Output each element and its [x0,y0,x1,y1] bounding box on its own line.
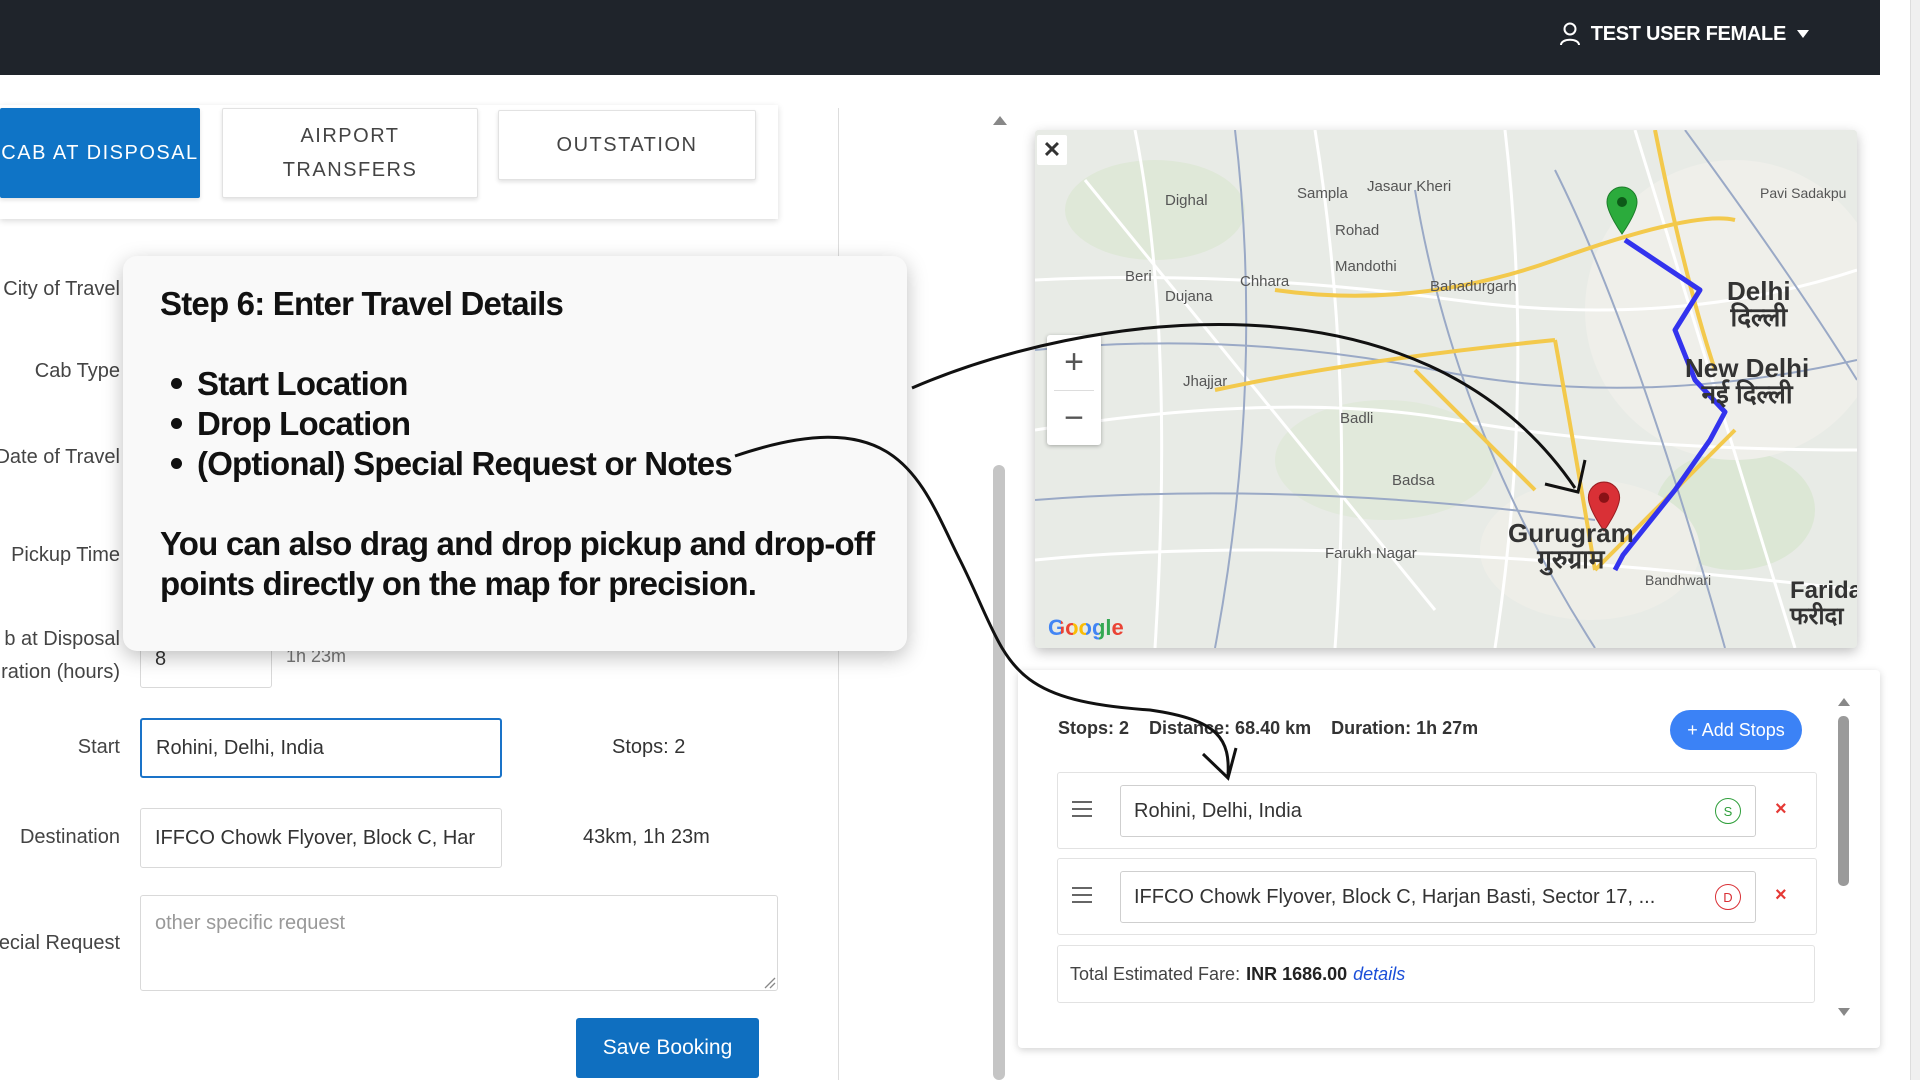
cab-type-label: Cab Type [34,360,120,382]
user-menu[interactable]: TEST USER FEMALE [1559,22,1810,46]
start-label: Start [77,736,120,758]
stops-panel-scrollbar[interactable] [1838,716,1849,886]
callout-body: You can also drag and drop pickup and dr… [160,525,875,602]
add-stops-button[interactable]: + Add Stops [1670,710,1802,750]
zoom-in-button[interactable]: + [1047,335,1101,390]
fare-details-link[interactable]: details [1353,964,1405,985]
tab-airport-transfers[interactable]: AIRPORT TRANSFERS [222,108,478,198]
map-label-new-delhi: New Delhi नई दिल्ली [1685,353,1810,409]
distance-summary: Distance: 68.40 km [1149,718,1312,738]
start-marker-icon[interactable] [1605,185,1639,235]
stops-count: Stops: 2 [612,736,686,758]
top-navigation-bar: TEST USER FEMALE [0,0,1880,75]
map-label-chhara: Chhara [1240,273,1290,290]
special-request-label: ecial Request [0,932,120,954]
map-label-mandothi: Mandothi [1335,258,1397,275]
tab-outstation[interactable]: OUTSTATION [498,110,756,180]
map-label-jhajjar: Jhajjar [1183,373,1228,390]
remove-stop-destination-button[interactable]: × [1775,884,1787,907]
stops-scroll-down-icon[interactable] [1838,1008,1850,1016]
date-label: Date of Travel [0,446,120,468]
callout-bullet: Drop Location [170,405,411,443]
google-attribution: Google [1048,615,1124,640]
special-request-textarea[interactable]: other specific request [140,895,778,991]
stops-summary: Stops: 2 [1058,718,1130,738]
close-icon: ✕ [1042,137,1062,162]
caret-down-icon [1797,30,1809,38]
route-map[interactable]: Delhi दिल्ली New Delhi नई दिल्ली Gurugram ग… [1035,130,1857,648]
map-label-pavi-sadakpur: Pavi Sadakpu [1760,185,1847,201]
city-label: City of Travel [3,278,120,300]
destination-badge-icon[interactable]: D [1715,884,1741,910]
left-panel-scrollbar[interactable] [993,465,1005,1080]
user-icon [1559,22,1580,46]
map-label-badsa: Badsa [1392,472,1435,489]
callout-bullet: Start Location [171,365,408,403]
stop-input-destination[interactable]: IFFCO Chowk Flyover, Block C, Harjan Bas… [1120,871,1756,923]
pickup-time-label: Pickup Time [11,544,120,566]
callout-bullet: (Optional) Special Request or Notes [171,445,733,483]
map-label-badli: Badli [1340,410,1374,427]
zoom-out-button[interactable]: − [1047,391,1101,446]
map-label-sampla: Sampla [1297,185,1348,202]
fare-label: Total Estimated Fare: [1070,963,1241,984]
route-summary: Stops: 2 Distance: 68.40 km Duration: 1h… [1058,718,1478,739]
start-input[interactable]: Rohini, Delhi, India [140,718,502,778]
resize-handle-icon[interactable] [764,977,776,989]
start-badge-icon[interactable]: S [1715,798,1741,824]
map-label-bahadurgarh: Bahadurgarh [1430,278,1517,295]
callout-title: Step 6: Enter Travel Details [160,285,564,322]
stop-row-destination[interactable]: IFFCO Chowk Flyover, Block C, Harjan Bas… [1057,858,1817,935]
stop-input-start[interactable]: Rohini, Delhi, India S [1120,785,1756,837]
map-label-jasaur-kheri: Jasaur Kheri [1367,178,1452,195]
distance-note: 43km, 1h 23m [583,826,710,848]
save-booking-button[interactable]: Save Booking [576,1018,759,1078]
map-label-bandhwari: Bandhwari [1645,572,1712,588]
stops-scroll-up-icon[interactable] [1838,698,1850,706]
user-name: TEST USER FEMALE [1590,22,1787,45]
fare-value: INR 1686.00 [1246,963,1348,984]
duration-summary: Duration: 1h 27m [1331,718,1479,738]
map-label-beri: Beri [1125,268,1152,285]
drag-handle-icon[interactable] [1072,887,1092,908]
scroll-up-icon[interactable] [993,116,1007,125]
map-label-farukh-nagar: Farukh Nagar [1325,545,1417,562]
tab-cab-at-disposal[interactable]: CAB AT DISPOSAL [0,108,200,198]
map-label-gurugram: Gurugram गुरुग्राम [1508,518,1634,574]
remove-stop-start-button[interactable]: × [1775,798,1787,821]
close-map-button[interactable]: ✕ [1037,135,1067,165]
window-scrollbar[interactable] [1910,0,1920,1080]
map-label-dujana: Dujana [1165,288,1213,305]
destination-label: Destination [19,826,120,848]
fare-summary: Total Estimated Fare: INR 1686.00 detail… [1057,945,1815,1003]
map-label-faridabad: Farida फरीदा [1790,577,1857,630]
drag-handle-icon[interactable] [1072,801,1092,822]
destination-input[interactable]: IFFCO Chowk Flyover, Block C, Har [140,808,502,868]
map-label-dighal: Dighal [1165,192,1208,209]
duration-label: ration (hours) [1,661,120,683]
map-label-rohad: Rohad [1335,222,1380,239]
map-zoom-control: + − [1047,335,1101,445]
disposal-label: b at Disposal [4,628,120,650]
stop-row-start[interactable]: Rohini, Delhi, India S × [1057,772,1817,849]
map-label-delhi: Delhi दिल्ली [1727,276,1791,332]
